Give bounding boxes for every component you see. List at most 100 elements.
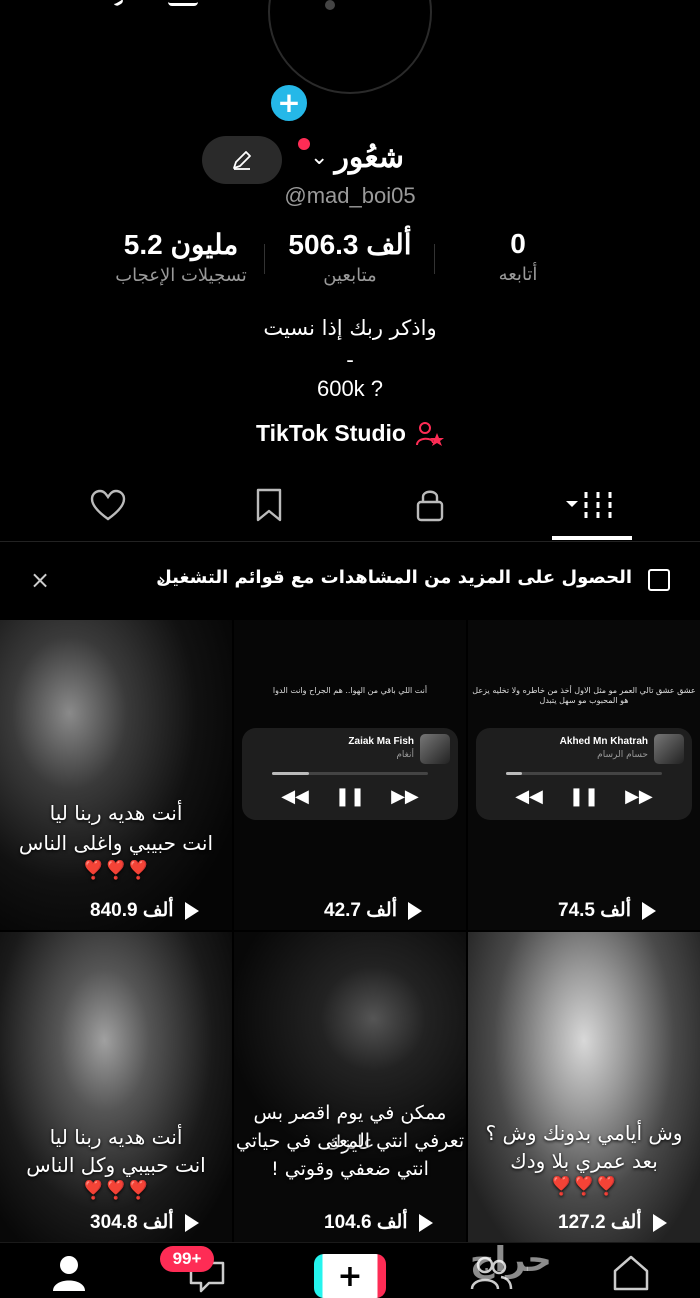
album-art: [654, 734, 684, 764]
progress-bar: [506, 772, 662, 775]
play-icon: [652, 1213, 667, 1232]
player-controls: ◀◀ ❚❚ ▶▶: [242, 786, 458, 807]
song-title: Akhed Mn Khatrah: [559, 736, 648, 747]
music-player-card: Akhed Mn Khatrah حسام الرسام ◀◀ ❚❚ ▶▶: [476, 728, 692, 820]
video-caption: انتي ضعفي وقوتي !: [271, 1158, 429, 1180]
view-count-text: 127.2 ألف: [558, 1212, 642, 1233]
bio-line: واذكر ربك إذا نسيت: [263, 316, 437, 340]
view-count-text: 74.5 ألف: [558, 900, 632, 921]
chevron-down-icon: ⌄: [310, 145, 329, 170]
followers-stat[interactable]: 506.3 ألف متابعين: [280, 228, 420, 286]
tiktok-studio-link[interactable]: TikTok Studio: [0, 420, 700, 447]
video-caption: وش أيامي بدونك وش ؟: [485, 1121, 683, 1145]
pause-icon: ❚❚: [334, 786, 366, 807]
view-count: 42.7 ألف: [324, 899, 425, 922]
tab-private[interactable]: [390, 470, 470, 540]
video-thumbnail[interactable]: وش أيامي بدونك وش ؟ بعد عمري بلا ودك ❣️❣…: [468, 932, 700, 1242]
chevron-right-icon: ›: [158, 568, 166, 592]
video-thumbnail[interactable]: أنت هديه ربنا ليا انت حبيبي واغلى الناس …: [0, 620, 232, 930]
create-button[interactable]: +: [314, 1254, 386, 1298]
album-art: [420, 734, 450, 764]
view-count-text: 42.7 ألف: [324, 900, 398, 921]
followers-label: متابعين: [323, 265, 377, 286]
view-count-text: 840.9 ألف: [90, 900, 174, 921]
likes-stat[interactable]: 5.2 مليون تسجيلات الإعجاب: [110, 228, 252, 286]
plus-icon: +: [277, 86, 301, 119]
forward-icon: ▶▶: [391, 786, 419, 807]
stat-divider: [264, 244, 265, 274]
profile-tabs: [0, 470, 700, 542]
likes-label: تسجيلات الإعجاب: [115, 265, 247, 286]
video-caption: عشق عشق تالي العمر مو مثل الاول أخذ من خ…: [472, 686, 696, 705]
player-controls: ◀◀ ❚❚ ▶▶: [476, 786, 692, 807]
grid-icon: [566, 492, 612, 518]
pause-icon: ❚❚: [568, 786, 600, 807]
view-count: 104.6 ألف: [324, 1211, 436, 1234]
avatar[interactable]: [268, 0, 432, 94]
video-thumbnail[interactable]: عشق عشق تالي العمر مو مثل الاول أخذ من خ…: [468, 620, 700, 930]
add-avatar-button[interactable]: +: [268, 82, 310, 124]
user-handle: @mad_boi05: [284, 183, 416, 208]
tab-videos[interactable]: [552, 470, 632, 540]
video-caption: أنت هديه ربنا ليا: [49, 801, 183, 825]
hearts-emoji: ❣️❣️❣️: [550, 1176, 618, 1197]
username: شعُور: [334, 141, 405, 174]
view-count: 127.2 ألف: [558, 1211, 670, 1234]
play-icon: [408, 901, 423, 920]
tab-saved[interactable]: [229, 470, 309, 540]
following-stat[interactable]: 0 أتابعه: [480, 228, 556, 285]
username-row[interactable]: ⌄ شعُور: [300, 140, 404, 175]
playlist-icon: [648, 569, 670, 591]
music-player-card: Zaiak Ma Fish أنغام ◀◀ ❚❚ ▶▶: [242, 728, 458, 820]
video-thumbnail[interactable]: أنت اللي باقي من الهوا.. هم الجراح وانت …: [234, 620, 466, 930]
tab-liked[interactable]: [68, 470, 148, 540]
video-caption: أنت هديه ربنا ليا: [49, 1125, 183, 1149]
following-label: أتابعه: [498, 264, 538, 285]
stat-divider: [434, 244, 435, 274]
studio-label: TikTok Studio: [256, 420, 406, 446]
active-tab-indicator: [552, 536, 632, 540]
nav-profile[interactable]: [44, 1251, 94, 1295]
following-count: 0: [510, 228, 526, 259]
person-star-icon: [415, 421, 444, 446]
followers-count: 506.3 ألف: [288, 229, 412, 260]
song-artist: حسام الرسام: [597, 750, 648, 760]
view-count-text: 304.8 ألف: [90, 1212, 174, 1233]
nav-home[interactable]: [606, 1251, 656, 1295]
view-count: 74.5 ألف: [558, 899, 659, 922]
play-icon: [184, 1213, 199, 1232]
rewind-icon: ◀◀: [281, 786, 309, 807]
edit-profile-button[interactable]: [202, 136, 282, 184]
profile-icon: [53, 1256, 85, 1291]
video-thumbnail[interactable]: ممكن في يوم اقصر بس عايزك تعرفي انتي الم…: [234, 932, 466, 1242]
forward-icon: ▶▶: [625, 786, 653, 807]
play-icon: [184, 901, 199, 920]
bio-line: -: [346, 348, 354, 372]
play-icon: [642, 901, 657, 920]
partial-top-icon: [105, 0, 125, 8]
watermark-logo: حراج: [470, 1240, 552, 1280]
video-caption: أنت اللي باقي من الهوا.. هم الجراح وانت …: [272, 686, 428, 695]
avatar-dot: [325, 0, 335, 10]
partial-top-icon: [168, 0, 198, 6]
view-count: 840.9 ألف: [90, 899, 202, 922]
bio-line: 600k ?: [316, 376, 384, 401]
bookmark-icon: [256, 488, 282, 522]
banner-text: الحصول على المزيد من المشاهدات مع قوائم …: [156, 567, 632, 588]
view-count-text: 104.6 ألف: [324, 1212, 408, 1233]
video-thumbnail[interactable]: أنت هديه ربنا ليا انت حبيبي وكل الناس ❣️…: [0, 932, 232, 1242]
rewind-icon: ◀◀: [515, 786, 543, 807]
song-title: Zaiak Ma Fish: [348, 736, 414, 747]
lock-icon: [416, 490, 444, 522]
song-artist: أنغام: [396, 750, 414, 760]
play-icon: [418, 1213, 433, 1232]
likes-count: 5.2 مليون: [123, 229, 239, 260]
view-count: 304.8 ألف: [90, 1211, 202, 1234]
video-caption: تعرفي انتي المعنى في حياتي: [235, 1130, 465, 1152]
hearts-emoji: ❣️❣️❣️: [82, 1180, 150, 1201]
heart-icon: [90, 489, 126, 521]
hearts-emoji: ❣️❣️❣️: [82, 860, 150, 881]
plus-icon: +: [337, 1258, 363, 1294]
banner-close-button[interactable]: ×: [30, 566, 50, 594]
video-caption: انت حبيبي واغلى الناس: [18, 831, 214, 855]
